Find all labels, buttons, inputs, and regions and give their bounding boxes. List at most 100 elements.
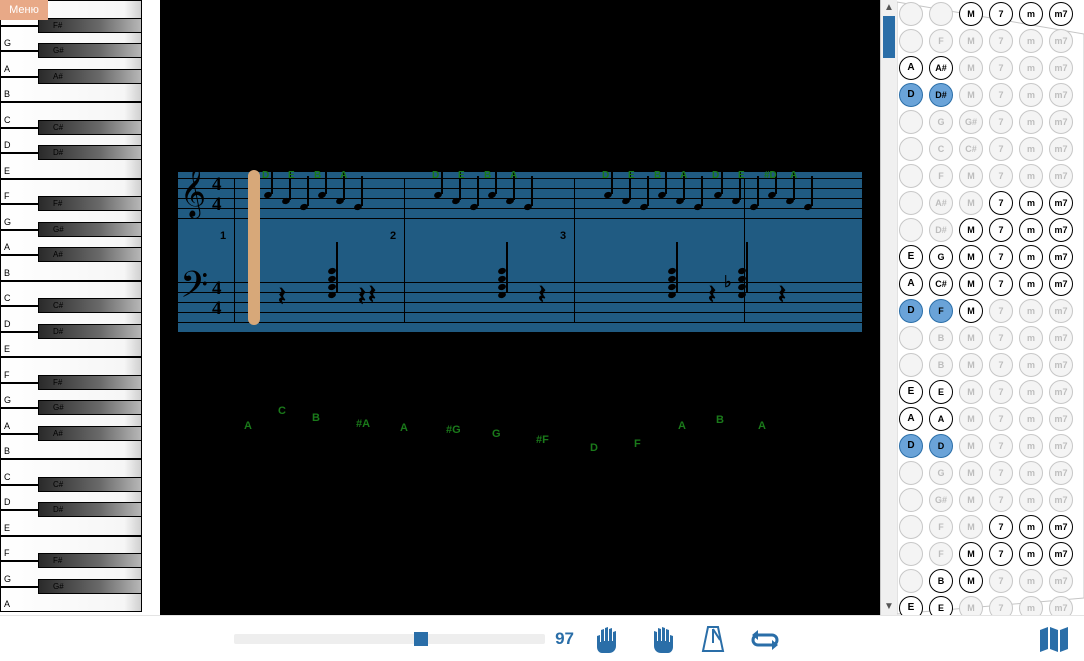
chord-button[interactable]: M — [959, 569, 983, 593]
chord-button[interactable]: E — [929, 380, 953, 404]
chord-row-root[interactable] — [899, 542, 923, 566]
chord-row-root[interactable] — [899, 164, 923, 188]
chord-button[interactable]: M — [959, 2, 983, 26]
metronome-button[interactable] — [696, 622, 730, 656]
chord-row-root[interactable] — [899, 488, 923, 512]
chord-button[interactable]: 7 — [989, 29, 1013, 53]
chord-button[interactable]: M — [959, 272, 983, 296]
chord-button[interactable]: A — [929, 407, 953, 431]
chord-button[interactable]: 7 — [989, 596, 1013, 615]
chord-button[interactable]: m — [1019, 245, 1043, 269]
chord-button[interactable]: m — [1019, 56, 1043, 80]
black-key[interactable]: D# — [38, 502, 142, 517]
chord-button[interactable]: m — [1019, 542, 1043, 566]
chord-button[interactable]: m — [1019, 2, 1043, 26]
chord-button[interactable]: M — [959, 434, 983, 458]
chord-button[interactable]: 7 — [989, 245, 1013, 269]
chord-button[interactable]: G# — [959, 110, 983, 134]
chord-button[interactable]: M — [959, 380, 983, 404]
black-key[interactable]: D# — [38, 324, 142, 339]
black-key[interactable]: A# — [38, 69, 142, 84]
chord-row-root[interactable] — [899, 515, 923, 539]
chord-button[interactable]: m — [1019, 137, 1043, 161]
chord-button[interactable]: m7 — [1049, 137, 1073, 161]
chord-row-root[interactable]: A — [899, 272, 923, 296]
chord-button[interactable]: 7 — [989, 56, 1013, 80]
chord-row-root[interactable] — [899, 2, 923, 26]
chord-button[interactable]: F — [929, 515, 953, 539]
chord-button[interactable]: B — [929, 326, 953, 350]
chord-row-root[interactable]: A — [899, 407, 923, 431]
scroll-down-icon[interactable]: ▼ — [881, 599, 897, 615]
chord-row-root[interactable]: D — [899, 83, 923, 107]
chord-button[interactable]: M — [959, 542, 983, 566]
chord-button[interactable]: 7 — [989, 542, 1013, 566]
black-key[interactable]: C# — [38, 477, 142, 492]
chord-button[interactable]: E — [929, 596, 953, 615]
chord-button[interactable]: M — [959, 29, 983, 53]
chord-button[interactable]: M — [959, 218, 983, 242]
chord-button[interactable]: M — [959, 299, 983, 323]
chord-button[interactable]: m7 — [1049, 29, 1073, 53]
chord-button[interactable]: m7 — [1049, 245, 1073, 269]
black-key[interactable]: C# — [38, 298, 142, 313]
chord-button[interactable]: m7 — [1049, 353, 1073, 377]
chord-button[interactable]: M — [959, 326, 983, 350]
chord-button[interactable]: 7 — [989, 515, 1013, 539]
playhead[interactable] — [248, 170, 260, 325]
chord-button[interactable]: M — [959, 83, 983, 107]
chord-button[interactable]: m — [1019, 569, 1043, 593]
chord-row-root[interactable] — [899, 29, 923, 53]
chord-row-root[interactable]: A — [899, 56, 923, 80]
chord-button[interactable]: m — [1019, 434, 1043, 458]
chord-row-root[interactable] — [899, 191, 923, 215]
chord-button[interactable]: G — [929, 245, 953, 269]
chord-button[interactable]: m7 — [1049, 56, 1073, 80]
chord-button[interactable]: M — [959, 407, 983, 431]
black-key[interactable]: F# — [38, 553, 142, 568]
chord-button[interactable]: 7 — [989, 191, 1013, 215]
chord-button[interactable]: 7 — [989, 488, 1013, 512]
chord-button[interactable]: F — [929, 299, 953, 323]
chord-button[interactable]: m — [1019, 380, 1043, 404]
chord-button[interactable]: m — [1019, 83, 1043, 107]
black-key[interactable]: F# — [38, 375, 142, 390]
scroll-up-icon[interactable]: ▲ — [881, 0, 897, 16]
chord-button[interactable]: m7 — [1049, 434, 1073, 458]
black-key[interactable]: F# — [38, 196, 142, 211]
right-hand-button[interactable] — [644, 622, 678, 656]
chord-button[interactable]: m — [1019, 596, 1043, 615]
chord-button[interactable]: M — [959, 164, 983, 188]
vertical-scrollbar[interactable]: ▲ ▼ — [880, 0, 897, 615]
black-key[interactable]: G# — [38, 43, 142, 58]
chord-button[interactable]: m7 — [1049, 299, 1073, 323]
chord-button[interactable]: M — [959, 245, 983, 269]
chord-button[interactable]: 7 — [989, 110, 1013, 134]
chord-button[interactable]: 7 — [989, 272, 1013, 296]
chord-button[interactable]: D — [929, 434, 953, 458]
chord-button[interactable]: m7 — [1049, 326, 1073, 350]
chord-button[interactable]: D# — [929, 218, 953, 242]
chord-button[interactable]: B — [929, 569, 953, 593]
chord-button[interactable]: m — [1019, 110, 1043, 134]
black-key[interactable]: G# — [38, 400, 142, 415]
chord-row-root[interactable]: E — [899, 380, 923, 404]
black-key[interactable]: D# — [38, 145, 142, 160]
chord-button[interactable]: m — [1019, 299, 1043, 323]
chord-button[interactable]: m7 — [1049, 110, 1073, 134]
chord-row-root[interactable] — [899, 353, 923, 377]
loop-button[interactable] — [748, 622, 782, 656]
chord-button[interactable]: 7 — [989, 380, 1013, 404]
chord-button[interactable]: 7 — [989, 461, 1013, 485]
chord-button[interactable]: M — [959, 488, 983, 512]
chord-button[interactable]: m7 — [1049, 596, 1073, 615]
chord-button[interactable]: 7 — [989, 2, 1013, 26]
tempo-slider-knob[interactable] — [414, 632, 428, 646]
chord-button[interactable]: m7 — [1049, 380, 1073, 404]
chord-button[interactable]: M — [959, 461, 983, 485]
chord-button[interactable]: F — [929, 542, 953, 566]
chord-button[interactable]: C — [929, 137, 953, 161]
chord-button[interactable]: M — [959, 515, 983, 539]
chord-button[interactable]: F — [929, 29, 953, 53]
chord-button[interactable]: m7 — [1049, 83, 1073, 107]
